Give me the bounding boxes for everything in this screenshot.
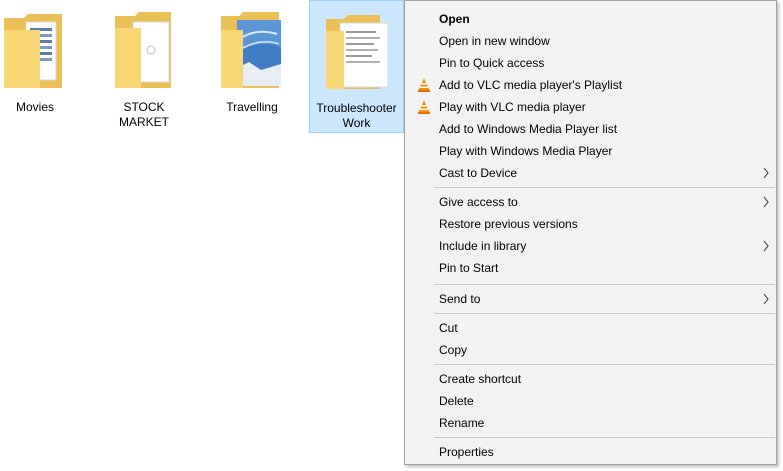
- menu-item-label: Play with VLC media player: [439, 100, 586, 114]
- folder-label: Troubleshooter Work: [316, 101, 397, 130]
- vlc-icon: [418, 78, 430, 92]
- menu-separator: [434, 437, 775, 438]
- menu-separator: [434, 364, 775, 365]
- menu-item-vlc-add-playlist[interactable]: Add to VLC media player's Playlist: [405, 74, 776, 96]
- folder-label: Movies: [15, 100, 54, 114]
- menu-item-label: Add to Windows Media Player list: [439, 122, 618, 136]
- menu-item-cut[interactable]: Cut: [405, 317, 776, 339]
- vlc-icon: [418, 100, 430, 114]
- folder-label: STOCK MARKET: [118, 100, 169, 129]
- chevron-right-icon: [763, 167, 769, 179]
- menu-separator: [434, 187, 775, 188]
- chevron-right-icon: [763, 240, 769, 252]
- menu-item-rename[interactable]: Rename: [405, 412, 776, 434]
- menu-item-label: Open in new window: [439, 34, 550, 48]
- menu-item-label: Pin to Start: [439, 261, 499, 275]
- file-list: Movies STOCK MARKET Travelling Troublesh…: [0, 0, 404, 471]
- menu-item-restore-versions[interactable]: Restore previous versions: [405, 213, 776, 235]
- menu-item-pin-start[interactable]: Pin to Start: [405, 257, 776, 279]
- folder-icon: [4, 14, 62, 88]
- folder-travelling[interactable]: Travelling: [204, 0, 300, 133]
- chevron-right-icon: [763, 293, 769, 305]
- menu-item-label: Open: [439, 12, 470, 26]
- menu-item-include-library[interactable]: Include in library: [405, 235, 776, 257]
- menu-item-vlc-play[interactable]: Play with VLC media player: [405, 96, 776, 118]
- menu-item-label: Cut: [439, 321, 458, 335]
- menu-item-pin-quick-access[interactable]: Pin to Quick access: [405, 52, 776, 74]
- menu-item-give-access[interactable]: Give access to: [405, 191, 776, 213]
- menu-separator: [434, 313, 775, 314]
- menu-item-create-shortcut[interactable]: Create shortcut: [405, 368, 776, 390]
- menu-item-label: Cast to Device: [439, 166, 518, 180]
- menu-item-send-to[interactable]: Send to: [405, 288, 776, 310]
- folder-icon: [325, 15, 388, 89]
- menu-item-label: Rename: [439, 416, 485, 430]
- folder-icon: [221, 12, 281, 88]
- menu-item-label: Restore previous versions: [439, 217, 578, 231]
- menu-item-label: Copy: [439, 343, 468, 357]
- menu-item-wmp-add-list[interactable]: Add to Windows Media Player list: [405, 118, 776, 140]
- folder-stock-market[interactable]: STOCK MARKET: [96, 0, 192, 133]
- menu-item-properties[interactable]: Properties: [405, 441, 776, 463]
- menu-item-label: Delete: [439, 394, 474, 408]
- folder-label: Travelling: [226, 100, 278, 114]
- folder-icon: [115, 12, 171, 88]
- menu-separator: [434, 284, 775, 285]
- menu-item-wmp-play[interactable]: Play with Windows Media Player: [405, 140, 776, 162]
- menu-item-delete[interactable]: Delete: [405, 390, 776, 412]
- folder-troubleshooter-work[interactable]: Troubleshooter Work: [309, 0, 404, 133]
- chevron-right-icon: [763, 196, 769, 208]
- menu-item-label: Add to VLC media player's Playlist: [439, 78, 623, 92]
- context-menu: Open Open in new window Pin to Quick acc…: [404, 0, 777, 465]
- menu-item-label: Create shortcut: [439, 372, 522, 386]
- menu-item-label: Give access to: [439, 195, 518, 209]
- menu-item-copy[interactable]: Copy: [405, 339, 776, 361]
- folder-movies[interactable]: Movies: [0, 0, 83, 133]
- menu-item-open-new-window[interactable]: Open in new window: [405, 30, 776, 52]
- menu-item-label: Play with Windows Media Player: [439, 144, 613, 158]
- menu-item-label: Include in library: [439, 239, 527, 253]
- menu-item-open[interactable]: Open: [405, 8, 776, 30]
- menu-item-label: Send to: [439, 292, 481, 306]
- menu-item-label: Pin to Quick access: [439, 56, 545, 70]
- menu-item-label: Properties: [439, 445, 494, 459]
- menu-item-cast-to-device[interactable]: Cast to Device: [405, 162, 776, 184]
